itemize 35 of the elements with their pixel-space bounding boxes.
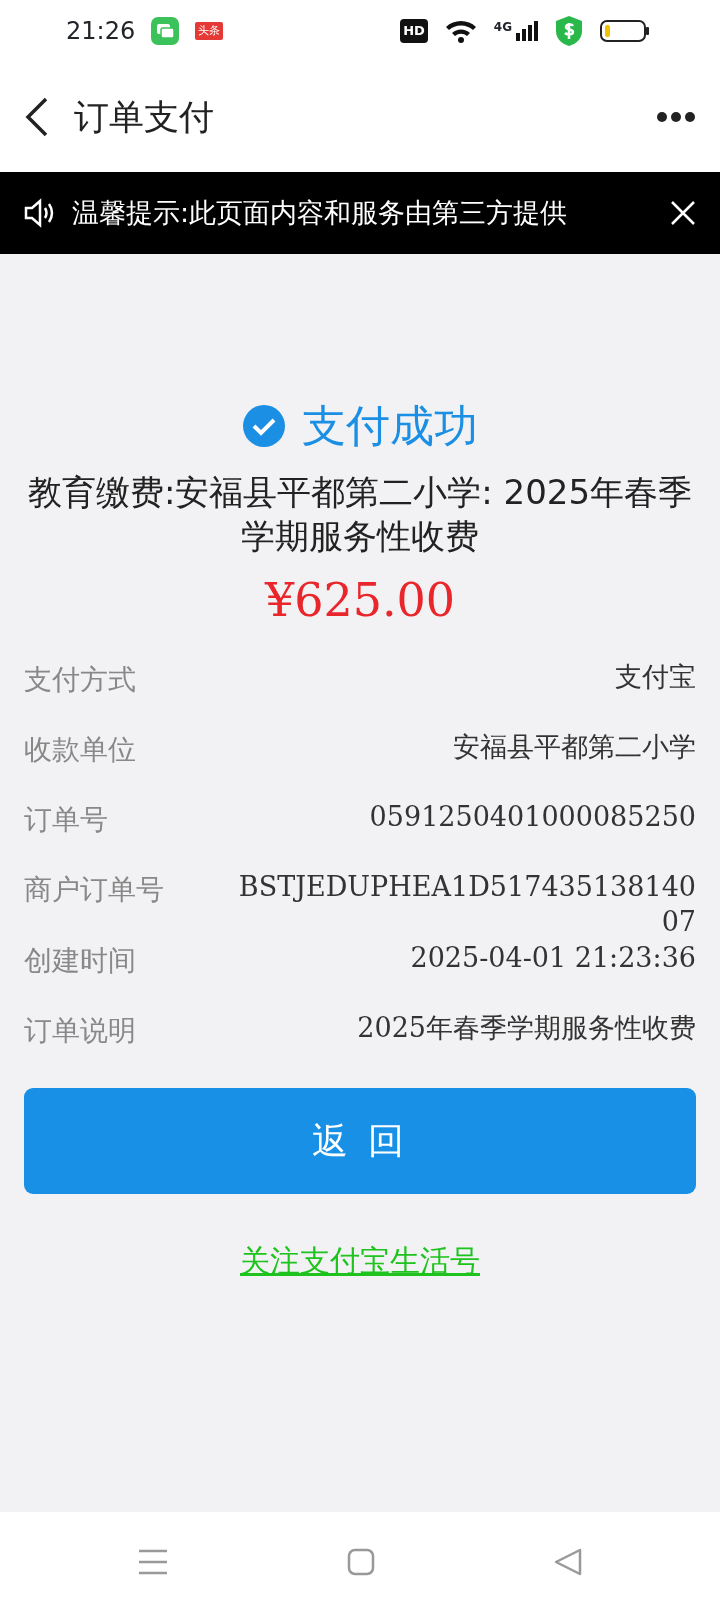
- detail-label: 创建时间: [24, 942, 136, 979]
- order-title: 教育缴费:安福县平都第二小学: 2025年春季学期服务性收费: [26, 471, 694, 559]
- back-button[interactable]: 返 回: [24, 1087, 696, 1194]
- home-icon[interactable]: [347, 1548, 375, 1576]
- detail-label: 订单说明: [24, 1012, 136, 1049]
- detail-value: 安福县平都第二小学: [453, 730, 696, 765]
- detail-label: 支付方式: [24, 662, 136, 699]
- more-icon[interactable]: [656, 111, 696, 123]
- detail-value: 支付宝: [615, 660, 696, 695]
- news-app-badge: 头条: [195, 21, 224, 41]
- shield-icon: [554, 15, 584, 47]
- page-title: 订单支付: [74, 95, 215, 139]
- detail-value: 2025-04-01 21:23:36: [410, 940, 696, 975]
- speaker-icon: [24, 198, 56, 228]
- close-icon[interactable]: [670, 200, 696, 226]
- signal-icon: [516, 21, 538, 41]
- back-nav-icon[interactable]: [554, 1548, 583, 1576]
- detail-label: 收款单位: [24, 732, 136, 769]
- menu-icon[interactable]: [137, 1549, 168, 1575]
- detail-label: 商户订单号: [24, 872, 164, 909]
- back-icon[interactable]: [24, 97, 50, 137]
- detail-value: 2025年春季学期服务性收费: [357, 1010, 696, 1045]
- status-time: 21:26: [66, 16, 136, 47]
- detail-label: 订单号: [24, 802, 108, 839]
- network-label: 4G: [493, 21, 512, 33]
- payment-amount: ¥625.00: [263, 572, 457, 630]
- notice-text: 温馨提示:此页面内容和服务由第三方提供: [72, 196, 569, 230]
- check-circle-icon: [242, 404, 286, 448]
- hd-badge: HD: [400, 19, 428, 43]
- chat-app-icon: [151, 17, 180, 45]
- payment-status: 支付成功: [302, 404, 478, 448]
- detail-value: BSTJEDUPHEA1D51743513814007: [237, 870, 696, 940]
- battery-icon: [600, 19, 650, 43]
- detail-value: 0591250401000085250: [369, 800, 696, 835]
- follow-link[interactable]: 关注支付宝生活号: [240, 1242, 480, 1278]
